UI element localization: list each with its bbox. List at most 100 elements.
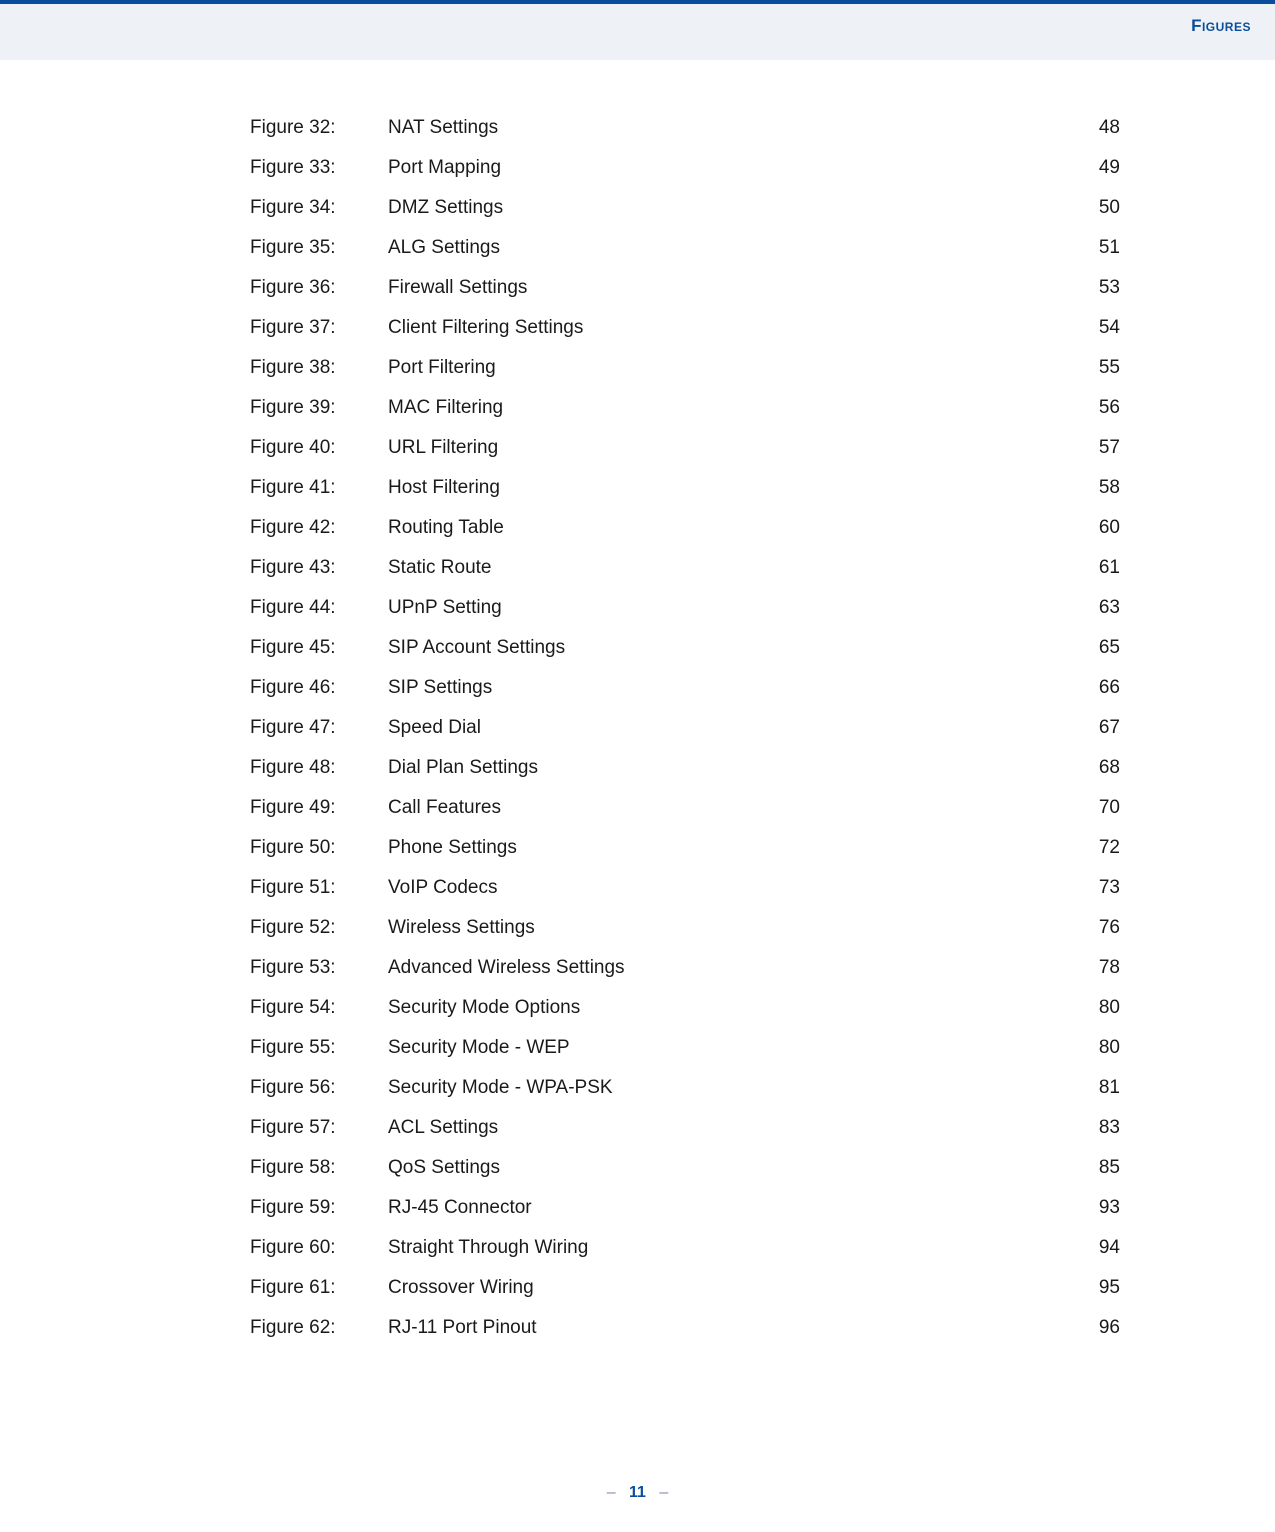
figure-label: Figure 51: xyxy=(250,878,388,897)
figure-entry[interactable]: Figure 32:NAT Settings48 xyxy=(250,108,1120,148)
figure-entry[interactable]: Figure 52:Wireless Settings76 xyxy=(250,908,1120,948)
figure-label: Figure 37: xyxy=(250,318,388,337)
figure-label: Figure 34: xyxy=(250,198,388,217)
figure-entry[interactable]: Figure 33:Port Mapping49 xyxy=(250,148,1120,188)
figure-page: 93 xyxy=(1080,1198,1120,1217)
figure-page: 78 xyxy=(1080,958,1120,977)
figure-entry[interactable]: Figure 44:UPnP Setting63 xyxy=(250,588,1120,628)
figure-title: Security Mode - WEP xyxy=(388,1038,1080,1057)
figure-title: Phone Settings xyxy=(388,838,1080,857)
figure-label: Figure 33: xyxy=(250,158,388,177)
figure-page: 83 xyxy=(1080,1118,1120,1137)
figure-entry[interactable]: Figure 36:Firewall Settings53 xyxy=(250,268,1120,308)
figure-title: Port Mapping xyxy=(388,158,1080,177)
figure-page: 50 xyxy=(1080,198,1120,217)
figure-page: 80 xyxy=(1080,998,1120,1017)
figure-page: 56 xyxy=(1080,398,1120,417)
figure-entry[interactable]: Figure 58:QoS Settings85 xyxy=(250,1148,1120,1188)
figure-entry[interactable]: Figure 49:Call Features70 xyxy=(250,788,1120,828)
figure-entry[interactable]: Figure 34:DMZ Settings50 xyxy=(250,188,1120,228)
figure-label: Figure 42: xyxy=(250,518,388,537)
figure-label: Figure 52: xyxy=(250,918,388,937)
figure-page: 49 xyxy=(1080,158,1120,177)
figure-page: 57 xyxy=(1080,438,1120,457)
figure-page: 51 xyxy=(1080,238,1120,257)
figure-list: Figure 32:NAT Settings48Figure 33:Port M… xyxy=(250,108,1120,1348)
figure-entry[interactable]: Figure 61:Crossover Wiring95 xyxy=(250,1268,1120,1308)
figure-title: QoS Settings xyxy=(388,1158,1080,1177)
figure-page: 55 xyxy=(1080,358,1120,377)
figure-entry[interactable]: Figure 51:VoIP Codecs73 xyxy=(250,868,1120,908)
figure-entry[interactable]: Figure 39:MAC Filtering56 xyxy=(250,388,1120,428)
figure-title: Host Filtering xyxy=(388,478,1080,497)
figure-page: 72 xyxy=(1080,838,1120,857)
figure-page: 58 xyxy=(1080,478,1120,497)
figure-label: Figure 58: xyxy=(250,1158,388,1177)
figure-title: Routing Table xyxy=(388,518,1080,537)
figure-title: Dial Plan Settings xyxy=(388,758,1080,777)
page-header: Figures xyxy=(0,4,1275,60)
figure-page: 54 xyxy=(1080,318,1120,337)
figure-entry[interactable]: Figure 62:RJ-11 Port Pinout96 xyxy=(250,1308,1120,1348)
figure-page: 70 xyxy=(1080,798,1120,817)
section-title: Figures xyxy=(1191,16,1251,36)
figure-title: Security Mode - WPA-PSK xyxy=(388,1078,1080,1097)
footer-dash-left: – xyxy=(607,1484,616,1501)
figure-page: 53 xyxy=(1080,278,1120,297)
figure-page: 48 xyxy=(1080,118,1120,137)
figure-entry[interactable]: Figure 43:Static Route61 xyxy=(250,548,1120,588)
figure-label: Figure 55: xyxy=(250,1038,388,1057)
figure-page: 94 xyxy=(1080,1238,1120,1257)
figure-label: Figure 32: xyxy=(250,118,388,137)
figure-label: Figure 49: xyxy=(250,798,388,817)
figure-label: Figure 38: xyxy=(250,358,388,377)
figure-entry[interactable]: Figure 45:SIP Account Settings65 xyxy=(250,628,1120,668)
figure-title: Client Filtering Settings xyxy=(388,318,1080,337)
figure-label: Figure 47: xyxy=(250,718,388,737)
figure-title: Port Filtering xyxy=(388,358,1080,377)
figure-title: UPnP Setting xyxy=(388,598,1080,617)
figure-entry[interactable]: Figure 56:Security Mode - WPA-PSK81 xyxy=(250,1068,1120,1108)
figure-title: Straight Through Wiring xyxy=(388,1238,1080,1257)
figure-title: SIP Settings xyxy=(388,678,1080,697)
figure-entry[interactable]: Figure 38:Port Filtering55 xyxy=(250,348,1120,388)
figure-entry[interactable]: Figure 41:Host Filtering58 xyxy=(250,468,1120,508)
figure-label: Figure 59: xyxy=(250,1198,388,1217)
figure-page: 80 xyxy=(1080,1038,1120,1057)
figure-title: Call Features xyxy=(388,798,1080,817)
figure-page: 73 xyxy=(1080,878,1120,897)
figure-entry[interactable]: Figure 53:Advanced Wireless Settings78 xyxy=(250,948,1120,988)
figure-entry[interactable]: Figure 54:Security Mode Options80 xyxy=(250,988,1120,1028)
figure-label: Figure 48: xyxy=(250,758,388,777)
figure-label: Figure 54: xyxy=(250,998,388,1017)
figure-page: 67 xyxy=(1080,718,1120,737)
figure-page: 66 xyxy=(1080,678,1120,697)
figure-entry[interactable]: Figure 46:SIP Settings66 xyxy=(250,668,1120,708)
figure-page: 68 xyxy=(1080,758,1120,777)
figure-title: Firewall Settings xyxy=(388,278,1080,297)
figure-entry[interactable]: Figure 37:Client Filtering Settings54 xyxy=(250,308,1120,348)
figure-title: VoIP Codecs xyxy=(388,878,1080,897)
page-footer: – 11 – xyxy=(0,1484,1275,1502)
figure-label: Figure 46: xyxy=(250,678,388,697)
figure-entry[interactable]: Figure 42:Routing Table60 xyxy=(250,508,1120,548)
figure-title: URL Filtering xyxy=(388,438,1080,457)
figure-entry[interactable]: Figure 57:ACL Settings83 xyxy=(250,1108,1120,1148)
figure-entry[interactable]: Figure 35:ALG Settings51 xyxy=(250,228,1120,268)
figure-entry[interactable]: Figure 50:Phone Settings72 xyxy=(250,828,1120,868)
figure-entry[interactable]: Figure 47:Speed Dial67 xyxy=(250,708,1120,748)
figure-entry[interactable]: Figure 48:Dial Plan Settings68 xyxy=(250,748,1120,788)
figure-page: 95 xyxy=(1080,1278,1120,1297)
figure-label: Figure 39: xyxy=(250,398,388,417)
figure-entry[interactable]: Figure 60:Straight Through Wiring94 xyxy=(250,1228,1120,1268)
figure-page: 85 xyxy=(1080,1158,1120,1177)
figure-page: 76 xyxy=(1080,918,1120,937)
figure-title: Wireless Settings xyxy=(388,918,1080,937)
figure-label: Figure 53: xyxy=(250,958,388,977)
figure-title: Static Route xyxy=(388,558,1080,577)
figure-entry[interactable]: Figure 55:Security Mode - WEP80 xyxy=(250,1028,1120,1068)
figure-entry[interactable]: Figure 59:RJ-45 Connector93 xyxy=(250,1188,1120,1228)
figure-label: Figure 50: xyxy=(250,838,388,857)
figure-title: RJ-45 Connector xyxy=(388,1198,1080,1217)
figure-entry[interactable]: Figure 40:URL Filtering57 xyxy=(250,428,1120,468)
